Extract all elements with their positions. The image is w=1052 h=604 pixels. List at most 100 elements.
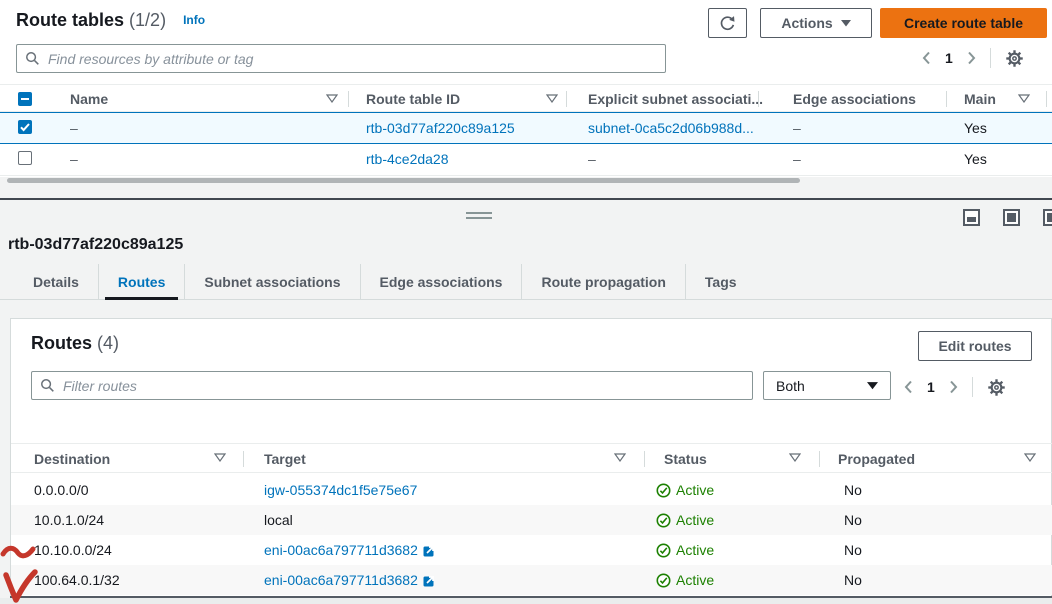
routes-table-header: Destination Target Status Propagated (11, 443, 1052, 473)
sort-icon[interactable] (214, 453, 226, 462)
layout-side-panel-button[interactable] (1043, 209, 1052, 226)
row-checkbox-checked[interactable] (18, 120, 32, 134)
indeterminate-icon (18, 92, 32, 106)
chevron-down-icon (841, 20, 851, 27)
filter-type-value: Both (776, 378, 805, 394)
gear-icon (987, 378, 1006, 397)
layout-bottom-icon (967, 217, 976, 222)
routes-filter (31, 371, 753, 400)
routes-pagination: 1 (904, 377, 1006, 397)
column-edge-associations[interactable]: Edge associations (793, 91, 916, 107)
column-main[interactable]: Main (964, 91, 996, 107)
sort-icon[interactable] (1018, 94, 1030, 103)
propagated-cell: No (844, 572, 862, 588)
refresh-button[interactable] (708, 8, 747, 38)
check-circle-icon (656, 573, 671, 588)
column-destination[interactable]: Destination (34, 451, 110, 467)
row-checkbox-unchecked[interactable] (18, 151, 32, 165)
target-link[interactable]: igw-055374dc1f5e75e67 (264, 482, 417, 498)
subnet-association-link[interactable]: subnet-0ca5c2d06b988d... (588, 120, 754, 136)
create-route-table-button[interactable]: Create route table (880, 8, 1047, 38)
route-tables-pane: Route tables (1/2) Info Actions Create r… (0, 0, 1052, 198)
target-cell: local (264, 512, 293, 528)
resource-search-input[interactable] (46, 50, 657, 68)
column-route-table-id[interactable]: Route table ID (366, 91, 460, 107)
sort-icon[interactable] (614, 453, 626, 462)
edit-routes-button[interactable]: Edit routes (918, 331, 1032, 361)
target-link[interactable]: eni-00ac6a797711d3682 (264, 542, 436, 558)
column-explicit-subnet[interactable]: Explicit subnet associati... (588, 91, 763, 107)
external-link-icon (423, 544, 436, 557)
status-badge: Active (656, 572, 714, 588)
chevron-left-icon (904, 380, 913, 394)
bottom-strip (0, 598, 1052, 604)
routes-title: Routes (4) (31, 333, 119, 354)
sort-icon[interactable] (789, 453, 801, 462)
search-icon (40, 378, 55, 393)
status-badge: Active (656, 482, 714, 498)
gear-icon (1005, 49, 1024, 68)
split-drag-handle[interactable] (466, 212, 492, 220)
table-settings-button[interactable] (1005, 49, 1024, 68)
status-badge: Active (656, 542, 714, 558)
layout-full-panel-button[interactable] (1003, 209, 1020, 226)
edge-cell: – (793, 120, 801, 136)
prev-page-button[interactable] (922, 51, 931, 65)
info-link[interactable]: Info (183, 13, 205, 27)
table-row[interactable]: – rtb-4ce2da28 – – Yes (0, 144, 1052, 176)
destination-cell: 10.10.0.0/24 (34, 542, 112, 558)
table-row[interactable]: – rtb-03d77af220c89a125 subnet-0ca5c2d06… (0, 112, 1052, 144)
selection-count: (1/2) (129, 10, 166, 30)
destination-cell: 100.64.0.1/32 (34, 572, 120, 588)
detail-title: rtb-03d77af220c89a125 (8, 236, 183, 254)
tab-routes[interactable]: Routes (98, 264, 184, 299)
tab-edge-associations[interactable]: Edge associations (360, 264, 522, 299)
propagated-cell: No (844, 512, 862, 528)
route-row: 10.10.0.0/24 eni-00ac6a797711d3682 Activ… (11, 535, 1052, 565)
check-icon (18, 120, 32, 134)
chevron-down-icon (867, 382, 878, 390)
current-page[interactable]: 1 (945, 50, 953, 66)
chevron-right-icon (949, 380, 958, 394)
routes-settings-button[interactable] (987, 378, 1006, 397)
prev-page-button[interactable] (904, 380, 913, 394)
column-propagated[interactable]: Propagated (838, 451, 915, 467)
column-name[interactable]: Name (70, 91, 108, 107)
routes-count: (4) (97, 333, 119, 353)
column-status[interactable]: Status (664, 451, 707, 467)
detail-pane: rtb-03d77af220c89a125 Details Routes Sub… (0, 200, 1052, 604)
horizontal-scrollbar (0, 177, 1052, 198)
detail-tabs: Details Routes Subnet associations Edge … (0, 264, 1052, 300)
propagated-cell: No (844, 542, 862, 558)
route-table-id-link[interactable]: rtb-03d77af220c89a125 (366, 120, 515, 136)
next-page-button[interactable] (967, 51, 976, 65)
routes-filter-input[interactable] (61, 377, 744, 395)
route-table-id-link[interactable]: rtb-4ce2da28 (366, 151, 449, 167)
next-page-button[interactable] (949, 380, 958, 394)
sort-icon[interactable] (546, 94, 558, 103)
tab-subnet-associations[interactable]: Subnet associations (184, 264, 359, 299)
search-icon (25, 51, 40, 66)
current-page[interactable]: 1 (927, 379, 935, 395)
sort-icon[interactable] (326, 94, 338, 103)
scrollbar-thumb[interactable] (7, 178, 800, 183)
tab-tags[interactable]: Tags (685, 264, 756, 299)
page-title: Route tables (1/2) Info (16, 10, 205, 31)
propagated-cell: No (844, 482, 862, 498)
tab-route-propagation[interactable]: Route propagation (521, 264, 684, 299)
sort-icon[interactable] (1024, 453, 1036, 462)
select-all-checkbox[interactable] (18, 92, 32, 106)
name-cell: – (70, 120, 78, 136)
tab-details[interactable]: Details (14, 264, 98, 299)
edge-cell: – (793, 151, 801, 167)
divider (972, 377, 973, 397)
column-target[interactable]: Target (264, 451, 306, 467)
status-badge: Active (656, 512, 714, 528)
layout-bottom-panel-button[interactable] (963, 209, 980, 226)
chevron-right-icon (967, 51, 976, 65)
target-link[interactable]: eni-00ac6a797711d3682 (264, 572, 436, 588)
actions-button[interactable]: Actions (760, 8, 872, 38)
routes-card: Routes (4) Edit routes Both 1 (10, 318, 1052, 596)
subnet-cell: – (588, 151, 596, 167)
filter-type-select[interactable]: Both (763, 371, 891, 400)
